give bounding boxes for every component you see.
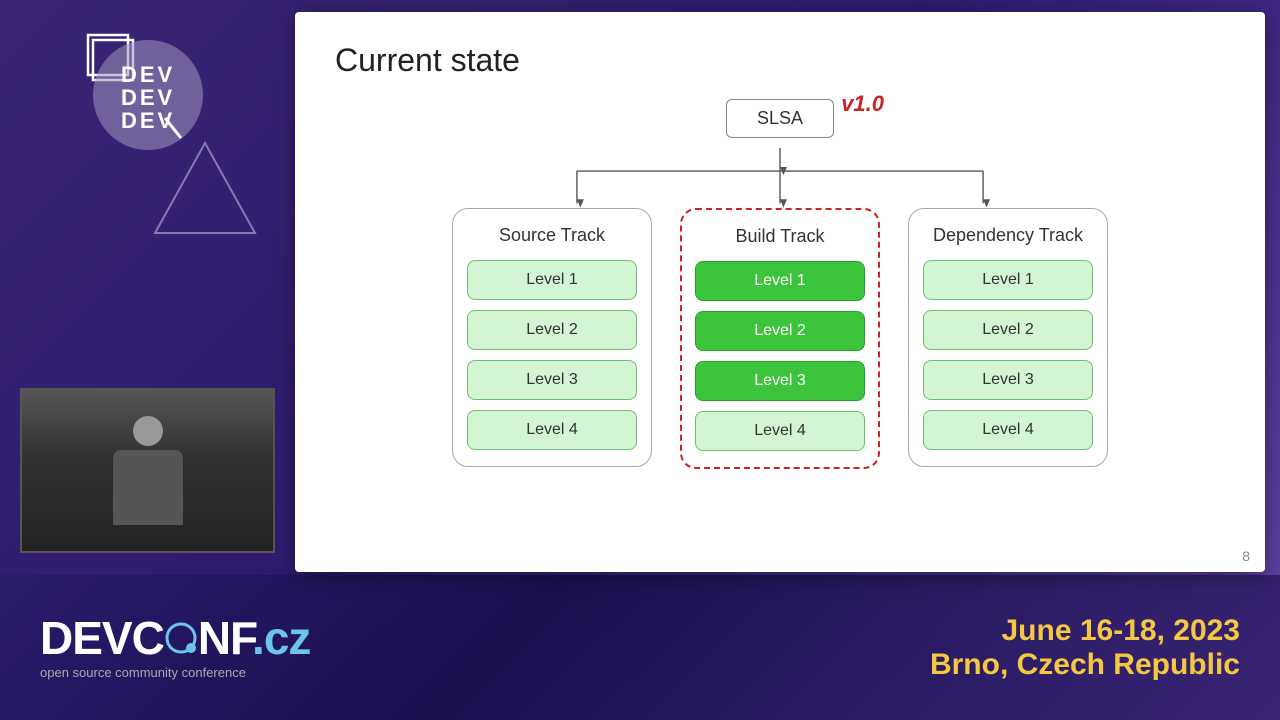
build-track-title: Build Track <box>735 226 824 247</box>
dependency-track-title: Dependency Track <box>933 225 1083 246</box>
slide: Current state SLSA v1.0 <box>295 12 1265 572</box>
diagram: SLSA v1.0 <box>335 99 1225 469</box>
triangle-decoration <box>150 138 260 238</box>
devconf-subtitle: open source community conference <box>40 665 310 680</box>
slide-number: 8 <box>1242 548 1250 564</box>
event-location: Brno, Czech Republic <box>930 648 1240 682</box>
build-level-3: Level 3 <box>695 361 865 401</box>
devconf-o-circle <box>164 621 198 655</box>
build-level-4: Level 4 <box>695 411 865 451</box>
tracks-row: Source Track Level 1 Level 2 Level 3 Lev… <box>452 208 1108 469</box>
event-date: June 16-18, 2023 <box>930 614 1240 648</box>
slsa-box: SLSA <box>726 99 834 138</box>
build-track: Build Track Level 1 Level 2 Level 3 Leve… <box>680 208 880 469</box>
event-info: June 16-18, 2023 Brno, Czech Republic <box>930 614 1240 682</box>
build-level-1: Level 1 <box>695 261 865 301</box>
dependency-track: Dependency Track Level 1 Level 2 Level 3… <box>908 208 1108 467</box>
dep-level-1: Level 1 <box>923 260 1093 300</box>
version-label: v1.0 <box>841 91 884 117</box>
slsa-wrapper: SLSA v1.0 <box>726 99 834 138</box>
source-track: Source Track Level 1 Level 2 Level 3 Lev… <box>452 208 652 467</box>
connector-lines <box>430 148 1130 208</box>
source-level-4: Level 4 <box>467 410 637 450</box>
svg-text:DEV: DEV <box>121 85 175 110</box>
webcam-feed <box>20 388 275 553</box>
svg-text:DEV: DEV <box>121 62 175 87</box>
dep-level-2: Level 2 <box>923 310 1093 350</box>
source-level-1: Level 1 <box>467 260 637 300</box>
slide-title: Current state <box>335 42 1225 79</box>
devconf-brand: DEVC NF.cz <box>40 615 310 662</box>
dep-level-3: Level 3 <box>923 360 1093 400</box>
logo-area: DEV DEV DEV <box>20 20 275 280</box>
slide-content: Current state SLSA v1.0 <box>295 12 1265 572</box>
source-level-3: Level 3 <box>467 360 637 400</box>
dep-level-4: Level 4 <box>923 410 1093 450</box>
build-level-2: Level 2 <box>695 311 865 351</box>
devconf-name-row: DEVC NF.cz <box>40 615 310 662</box>
source-track-title: Source Track <box>499 225 605 246</box>
devconf-logo: DEVC NF.cz open source community confere… <box>40 615 310 681</box>
source-level-2: Level 2 <box>467 310 637 350</box>
webcam-inner <box>22 390 273 551</box>
slsa-label: SLSA <box>757 108 803 128</box>
bottom-bar: DEVC NF.cz open source community confere… <box>0 575 1280 720</box>
